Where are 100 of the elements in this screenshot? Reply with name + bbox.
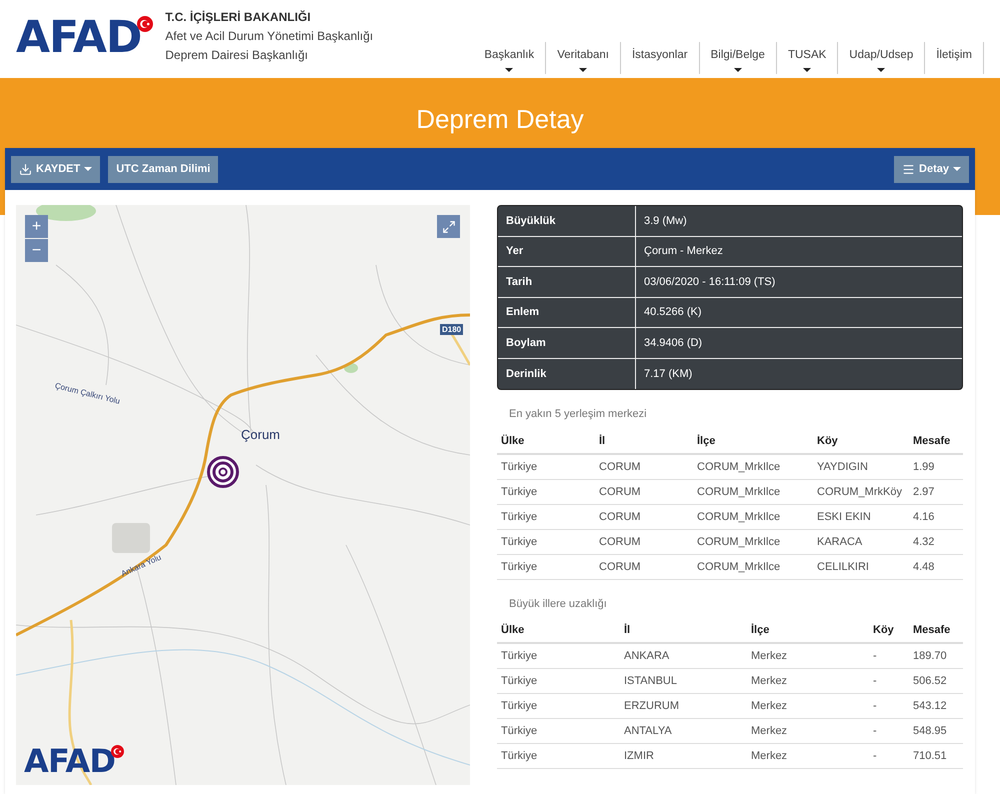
nav-link[interactable]: TUSAK <box>776 42 838 74</box>
table-cell: ESKI EKIN <box>813 504 909 529</box>
detail-label: Büyüklük <box>498 206 636 236</box>
table-cell: - <box>869 643 909 668</box>
detail-value: Çorum - Merkez <box>643 244 724 259</box>
table-cell: - <box>869 668 909 694</box>
detail-value: 7.17 (KM) <box>643 366 694 382</box>
detail-label: Boylam <box>498 328 636 358</box>
detail-value: 3.9 (Mw) <box>643 214 688 228</box>
table-cell: CELILKIRI <box>813 554 909 579</box>
table-cell: 710.51 <box>909 744 963 768</box>
nav-link[interactable]: İstasyonlar <box>620 42 700 74</box>
detail-value: 34.9406 (D) <box>643 336 704 350</box>
column-header: İl <box>620 618 747 643</box>
table-cell: YAYDIGIN <box>813 454 909 479</box>
download-icon <box>19 162 32 176</box>
table-cell: 2.97 <box>909 479 963 504</box>
table-cell: CORUM <box>595 504 693 529</box>
table-cell: CORUM_MrkIlce <box>693 454 813 479</box>
map-view[interactable]: Çorum D180 Çorum Çalkırı Yolu Ankara Yolu + − AFAD <box>16 205 470 785</box>
table-cell: 4.32 <box>909 529 963 554</box>
table-cell: Türkiye <box>497 529 595 554</box>
column-header: İl <box>595 428 693 454</box>
logo-text: AFAD <box>24 745 116 777</box>
column-header: Ülke <box>497 618 620 643</box>
column-header: Ülke <box>497 428 595 454</box>
table-cell: 189.70 <box>909 643 963 668</box>
detail-value: 03/06/2020 - 16:11:09 (TS) <box>643 274 776 290</box>
detail-label: Enlem <box>498 298 636 327</box>
epicenter-icon <box>207 456 239 488</box>
table-cell: Merkez <box>747 668 869 694</box>
table-cell: ISTANBUL <box>620 668 747 694</box>
table-cell: Merkez <box>747 744 869 768</box>
column-header: Köy <box>813 428 909 454</box>
table-cell: Merkez <box>747 718 869 744</box>
table-cell: 543.12 <box>909 694 963 718</box>
caret-icon <box>803 68 812 72</box>
table-cell: CORUM_MrkIlce <box>693 479 813 504</box>
caret-icon <box>579 68 588 72</box>
detail-label: Derinlik <box>498 358 636 389</box>
table-cell: Türkiye <box>497 454 595 479</box>
table-cell: ERZURUM <box>620 694 747 718</box>
caret-icon <box>877 68 886 72</box>
table-cell: CORUM_MrkKöy <box>813 479 909 504</box>
column-header: Mesafe <box>909 618 963 643</box>
table-cell: IZMIR <box>620 744 747 768</box>
table-cell: 506.52 <box>909 668 963 694</box>
table-cell: 4.48 <box>909 554 963 579</box>
nav-link[interactable]: Başkanlık <box>473 42 546 74</box>
table-cell: Türkiye <box>497 554 595 579</box>
column-header: İlçe <box>747 618 869 643</box>
table-cell: Türkiye <box>497 504 595 529</box>
table-cell: Türkiye <box>497 694 620 718</box>
logo-text: AFAD <box>16 16 142 60</box>
caret-icon <box>84 167 92 171</box>
table-cell: CORUM <box>595 479 693 504</box>
zoom-in-button[interactable]: + <box>25 215 48 238</box>
nav-link[interactable]: Veritabanı <box>546 42 621 74</box>
table-cell: Merkez <box>747 643 869 668</box>
nav-link[interactable]: Bilgi/Belge <box>700 42 777 74</box>
detail-button[interactable]: Detay <box>894 156 969 182</box>
expand-icon <box>442 220 456 234</box>
page-title: Deprem Detay <box>416 103 584 136</box>
road-label: Ankara Yolu <box>119 552 164 580</box>
table-cell: CORUM <box>595 529 693 554</box>
nav-link[interactable]: Udap/Udsep <box>838 42 926 74</box>
fullscreen-button[interactable] <box>437 215 460 238</box>
table-cell: CORUM_MrkIlce <box>693 504 813 529</box>
section-title: En yakın 5 yerleşim merkezi <box>508 407 648 422</box>
detail-label: Tarih <box>498 267 636 296</box>
table-cell: CORUM <box>595 554 693 579</box>
table-cell: ANTALYA <box>620 718 747 744</box>
city-label: Çorum <box>241 426 280 444</box>
column-header: Köy <box>869 618 909 643</box>
detail-label: Yer <box>498 236 636 266</box>
table-cell: Merkez <box>747 694 869 718</box>
agency-name: Afet ve Acil Durum Yönetimi Başkanlığı <box>165 28 374 45</box>
table-cell: Türkiye <box>497 479 595 504</box>
menu-icon <box>902 162 916 176</box>
timezone-button[interactable]: UTC Zaman Dilimi <box>108 156 218 182</box>
table-cell: CORUM_MrkIlce <box>693 554 813 579</box>
caret-icon <box>505 68 514 72</box>
table-cell: - <box>869 694 909 718</box>
table-cell: KARACA <box>813 529 909 554</box>
nav-link[interactable]: İletişim <box>925 42 984 74</box>
section-title: Büyük illere uzaklığı <box>508 596 608 612</box>
save-button[interactable]: KAYDET <box>11 156 100 182</box>
caret-icon <box>953 167 961 171</box>
table-cell: CORUM_MrkIlce <box>693 529 813 554</box>
zoom-out-button[interactable]: − <box>25 239 48 262</box>
table-cell: 4.16 <box>909 504 963 529</box>
table-cell: 1.99 <box>909 454 963 479</box>
table-cell: Türkiye <box>497 668 620 694</box>
ministry-name: T.C. İÇİŞLERİ BAKANLIĞI <box>165 9 312 26</box>
table-cell: Türkiye <box>497 744 620 768</box>
table-cell: Türkiye <box>497 643 620 668</box>
road-label: Çorum Çalkırı Yolu <box>54 380 122 408</box>
column-header: Mesafe <box>909 428 963 454</box>
table-cell: CORUM <box>595 454 693 479</box>
column-header: İlçe <box>693 428 813 454</box>
